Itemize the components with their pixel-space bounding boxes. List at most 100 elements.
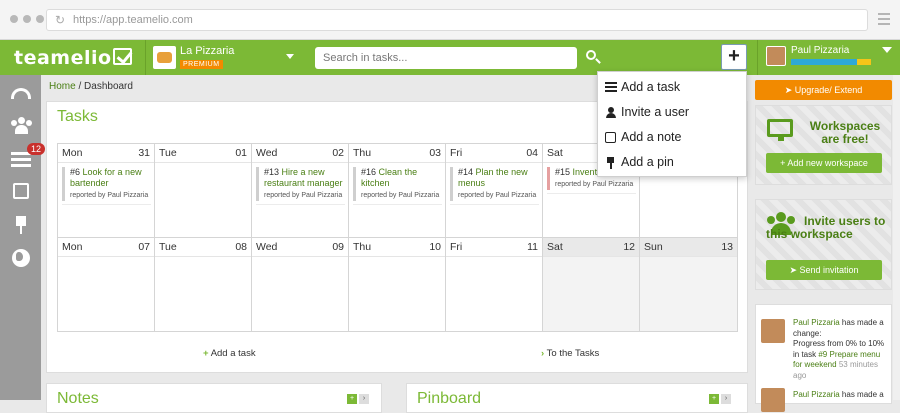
logo[interactable]: teamelio: [14, 47, 112, 69]
calendar-day[interactable]: Wed 02 #13 Hire a new restaurant manager re…: [251, 143, 348, 238]
task-title[interactable]: Look for a new bartender: [70, 167, 142, 188]
note-icon: [13, 183, 29, 199]
day-number: 12: [623, 241, 635, 253]
plus-icon: +: [203, 348, 209, 359]
sidebar-item-users[interactable]: [0, 110, 41, 143]
user-progress-bar: [791, 59, 871, 65]
activity-item: Paul Pizzaria has made a change: Progres…: [793, 318, 885, 380]
upgrade-button[interactable]: ➤ Upgrade/ Extend: [755, 80, 892, 100]
breadcrumb-current: Dashboard: [84, 81, 133, 92]
search-input[interactable]: [315, 47, 577, 69]
pinboard-title: Pinboard: [417, 390, 482, 407]
task-card[interactable]: #13 Hire a new restaurant manager reporte…: [256, 167, 345, 201]
scrollbar[interactable]: [893, 75, 900, 400]
pin-icon: [14, 216, 28, 234]
sidebar: 12: [0, 75, 46, 400]
sidebar-item-notes[interactable]: [0, 176, 41, 209]
notes-next-button[interactable]: ›: [359, 394, 369, 404]
task-card[interactable]: #6 Look for a new bartender reported by P…: [62, 167, 151, 201]
task-card[interactable]: #14 Plan the new menus reported by Paul P…: [450, 167, 539, 201]
add-task-link[interactable]: + Add a task: [203, 348, 256, 359]
user-name[interactable]: Paul Pizzaria: [791, 45, 849, 56]
search-icon[interactable]: [585, 49, 601, 65]
avatar: [761, 388, 785, 412]
menu-item-add-task[interactable]: Add a task: [598, 75, 748, 100]
day-number: 02: [332, 147, 344, 159]
day-number: 09: [332, 241, 344, 253]
notes-add-button[interactable]: +: [347, 394, 357, 404]
calendar-day[interactable]: Tue 08: [154, 237, 251, 332]
task-reporter: reported by Paul Pizzaria: [264, 192, 343, 199]
invite-promo: Invite users to this workspace ➤ Send in…: [755, 199, 892, 290]
users-icon: [11, 117, 32, 135]
calendar-day[interactable]: Thu 03 #16 Clean the kitchen reported by Pa…: [348, 143, 445, 238]
day-name: Fri: [450, 241, 463, 253]
day-number: 31: [138, 147, 150, 159]
url-text: https://app.teamelio.com: [73, 14, 193, 26]
reload-icon[interactable]: ↻: [55, 13, 65, 27]
calendar-day[interactable]: Thu 10: [348, 237, 445, 332]
monitor-icon: [767, 119, 793, 141]
day-header: Tue 01: [155, 144, 251, 163]
activity-feed: Paul Pizzaria has made a change: Progres…: [755, 304, 892, 412]
day-name: Wed: [256, 241, 278, 253]
sidebar-item-globe[interactable]: [0, 242, 41, 275]
app-header: teamelio La Pizzaria PREMIUM: [0, 40, 900, 75]
window-controls[interactable]: [10, 15, 44, 23]
day-name: Tue: [159, 241, 177, 253]
dashboard-icon: [11, 88, 31, 99]
premium-badge: PREMIUM: [180, 60, 223, 69]
menu-item-invite-user[interactable]: Invite a user: [598, 100, 748, 125]
to-tasks-link[interactable]: › To the Tasks: [541, 348, 599, 359]
calendar-day[interactable]: Fri 04 #14 Plan the new menus reported by P…: [445, 143, 542, 238]
pins-add-button[interactable]: +: [709, 394, 719, 404]
user-icon: [605, 107, 617, 118]
calendar-day[interactable]: Fri 11: [445, 237, 542, 332]
user-menu-chevron-icon[interactable]: [882, 47, 892, 53]
calendar-day[interactable]: Mon 07: [57, 237, 154, 332]
pins-next-button[interactable]: ›: [721, 394, 731, 404]
calendar-day[interactable]: Sat 12: [542, 237, 639, 332]
tasks-count-badge: 12: [27, 143, 46, 155]
day-number: 10: [429, 241, 441, 253]
add-menu-button[interactable]: +: [721, 44, 747, 70]
sidebar-item-dashboard[interactable]: [0, 78, 41, 111]
workspaces-promo: Workspaces are free! + Add new workspace: [755, 105, 892, 185]
calendar-day[interactable]: Tue 01: [154, 143, 251, 238]
send-invitation-button[interactable]: ➤ Send invitation: [766, 260, 882, 280]
calendar-day[interactable]: Mon 31 #6 Look for a new bartender reported…: [57, 143, 154, 238]
add-dropdown-menu: Add a task Invite a user Add a note Add …: [597, 71, 747, 177]
globe-icon: [12, 249, 30, 267]
browser-menu-icon[interactable]: [878, 13, 890, 28]
task-reporter: reported by Paul Pizzaria: [361, 192, 440, 199]
day-number: 13: [721, 241, 733, 253]
day-header: Thu 10: [349, 238, 445, 257]
task-id: #16: [361, 167, 377, 177]
workspace-thumbnail[interactable]: [153, 46, 176, 69]
day-name: Mon: [62, 241, 83, 253]
sidebar-item-tasks[interactable]: 12: [0, 143, 46, 176]
day-header: Sat 12: [543, 238, 639, 257]
notes-panel: Notes + ›: [46, 383, 382, 413]
menu-item-add-note[interactable]: Add a note: [598, 125, 748, 150]
task-id: #6: [70, 167, 81, 177]
workspace-name[interactable]: La Pizzaria: [180, 45, 234, 57]
task-reporter: reported by Paul Pizzaria: [70, 192, 149, 199]
add-workspace-button[interactable]: + Add new workspace: [766, 153, 882, 173]
note-icon: [605, 132, 616, 143]
breadcrumb-home[interactable]: Home: [49, 81, 76, 92]
chevron-right-icon: ›: [541, 348, 545, 359]
menu-item-add-pin[interactable]: Add a pin: [598, 150, 748, 175]
day-name: Sat: [547, 241, 563, 253]
task-card[interactable]: #16 Clean the kitchen reported by Paul Pi…: [353, 167, 442, 201]
day-number: 04: [526, 147, 538, 159]
task-id: #13: [264, 167, 280, 177]
chevron-down-icon[interactable]: [286, 54, 294, 59]
calendar-day[interactable]: Wed 09: [251, 237, 348, 332]
calendar-day[interactable]: Sun 13: [639, 237, 738, 332]
day-name: Tue: [159, 147, 177, 159]
workspaces-title: Workspaces are free!: [809, 119, 881, 146]
address-bar[interactable]: ↻ https://app.teamelio.com: [46, 9, 868, 31]
avatar[interactable]: [766, 46, 786, 66]
sidebar-item-pins[interactable]: [0, 209, 41, 242]
